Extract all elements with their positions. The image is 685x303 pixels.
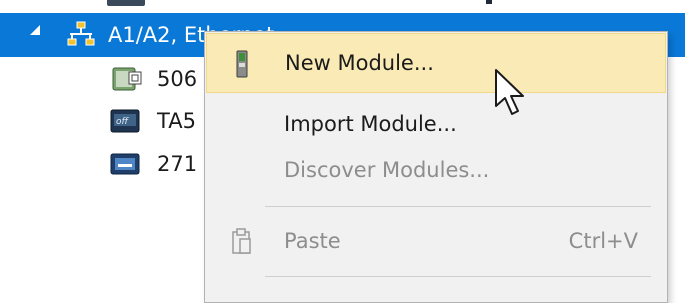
module-icon (236, 50, 248, 78)
hmi-panel-icon (110, 153, 140, 175)
tree-node-label[interactable]: 271 (157, 151, 197, 177)
paste-icon (232, 228, 251, 254)
svg-text:off: off (116, 117, 130, 127)
io-module-icon (112, 67, 142, 91)
partial-icon (107, 0, 145, 6)
partial-divider (486, 0, 492, 4)
menu-item-label: Paste (284, 229, 341, 253)
menu-item-label: Import Module... (284, 112, 457, 136)
menu-separator (265, 206, 651, 207)
context-menu: New Module... Import Module... Discover … (204, 31, 668, 303)
collapse-arrow-icon[interactable] (30, 25, 40, 35)
menu-item-label: New Module... (285, 51, 434, 75)
ethernet-network-icon (67, 21, 95, 46)
menu-item-label: Discover Modules... (284, 158, 490, 182)
menu-item-paste[interactable]: Paste Ctrl+V (206, 212, 666, 272)
mouse-pointer-icon (495, 69, 524, 115)
tree-view-top (0, 0, 685, 13)
menu-item-new-module[interactable]: New Module... (206, 33, 666, 93)
device-card-icon: off (110, 109, 140, 133)
tree-node-label[interactable]: TA5 (157, 108, 196, 134)
menu-item-discover-modules[interactable]: Discover Modules... (206, 141, 666, 201)
menu-separator (265, 276, 651, 277)
menu-item-shortcut: Ctrl+V (568, 229, 638, 253)
tree-node-label[interactable]: 506 (157, 66, 197, 92)
